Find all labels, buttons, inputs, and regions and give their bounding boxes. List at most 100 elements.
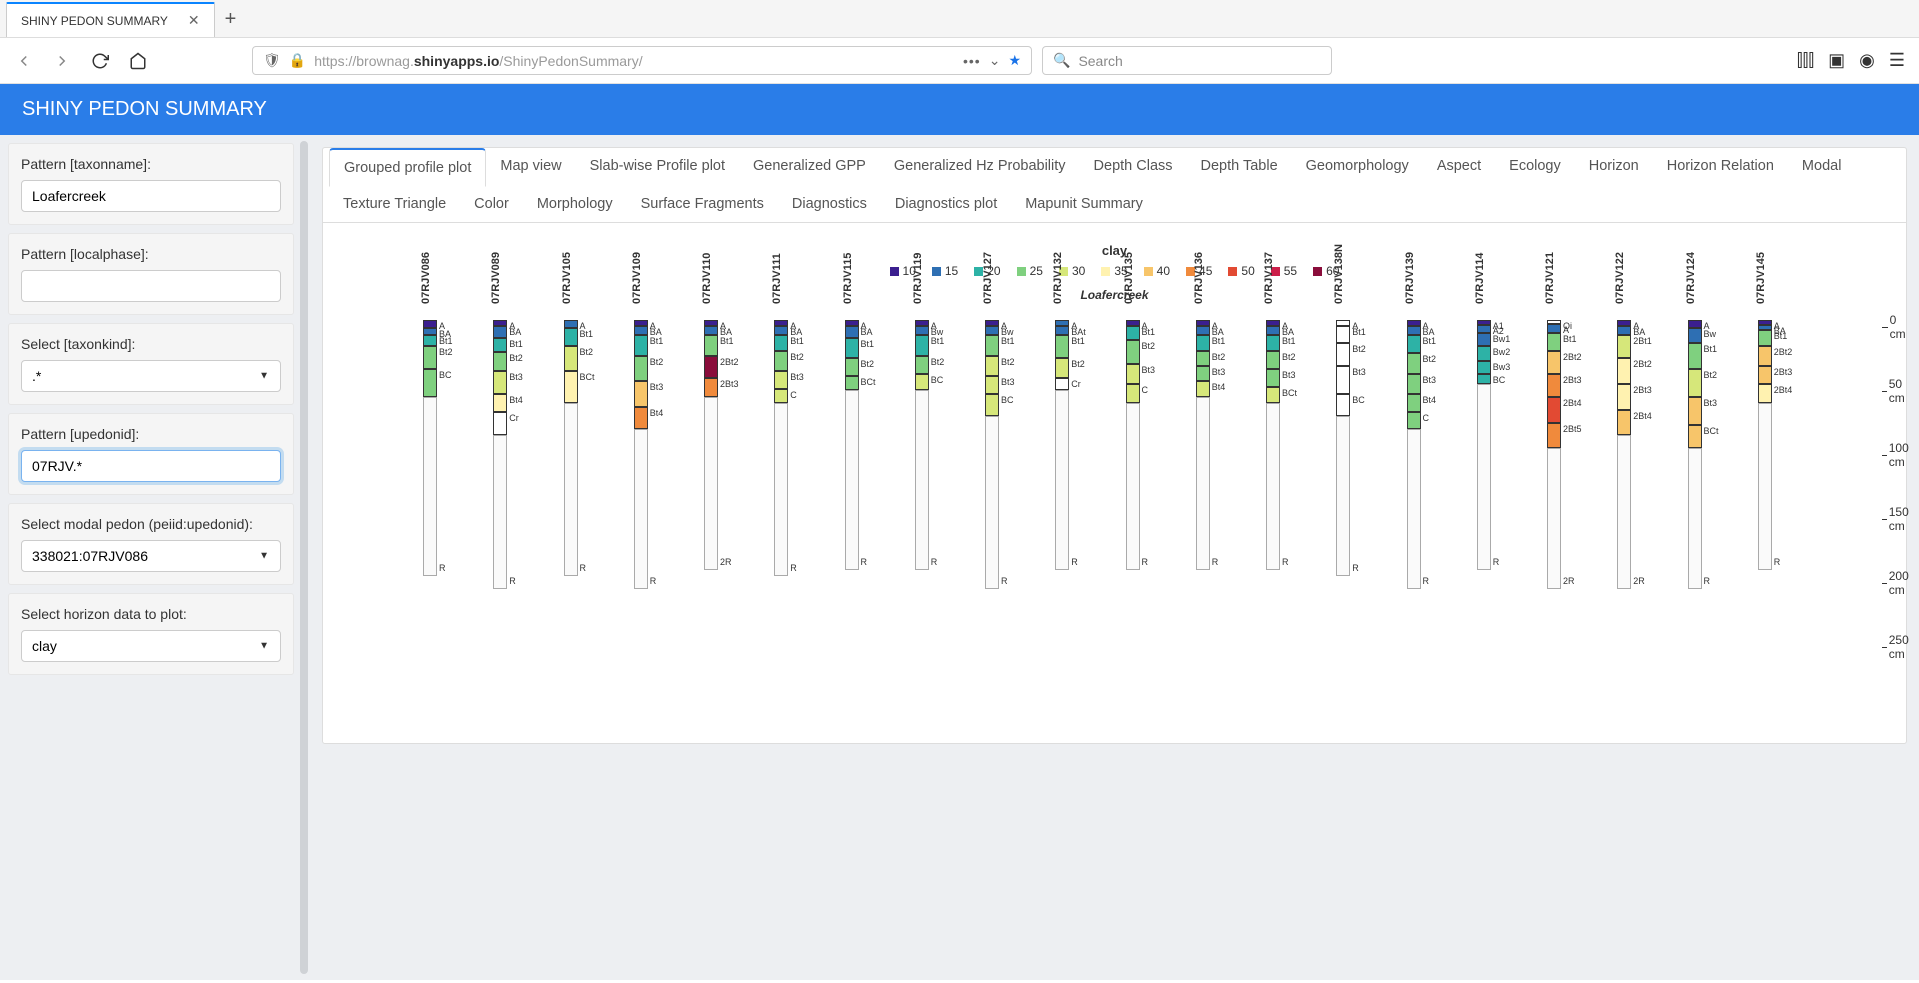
home-button[interactable] (124, 47, 152, 75)
tab-generalized-gpp[interactable]: Generalized GPP (739, 148, 880, 186)
tab-aspect[interactable]: Aspect (1423, 148, 1495, 186)
tab-grouped-profile-plot[interactable]: Grouped profile plot (329, 148, 486, 187)
horizon: Bt2 (985, 356, 999, 376)
input-taxonname[interactable] (21, 180, 281, 212)
horizon: BCt (1266, 387, 1280, 404)
bedrock-label: R (1774, 557, 1781, 567)
search-placeholder: Search (1078, 53, 1122, 69)
tab-morphology[interactable]: Morphology (523, 186, 627, 222)
back-button[interactable] (10, 47, 38, 75)
account-icon[interactable]: ◉ (1859, 50, 1875, 71)
horizon: 2Bt3 (704, 378, 718, 397)
horizon: Bt1 (1055, 335, 1069, 358)
app-body: Pattern [taxonname]: Pattern [localphase… (0, 135, 1919, 980)
horizon: Bt3 (634, 381, 648, 407)
tab-mapunit-summary[interactable]: Mapunit Summary (1011, 186, 1157, 222)
input-localphase[interactable] (21, 270, 281, 302)
horizon: Bt3 (1407, 374, 1421, 394)
browser-tab[interactable]: SHINY PEDON SUMMARY ✕ (6, 2, 215, 37)
horizon: C (1407, 412, 1421, 429)
horizon-label: Bt3 (1212, 367, 1226, 377)
sidebar: Pattern [taxonname]: Pattern [localphase… (0, 135, 302, 980)
tab-generalized-hz-probability[interactable]: Generalized Hz Probability (880, 148, 1080, 186)
horizon-label: Bt3 (1704, 398, 1718, 408)
bedrock-label: R (580, 563, 587, 573)
menu-icon[interactable]: ☰ (1889, 50, 1905, 71)
horizon-label: Bt1 (1352, 327, 1366, 337)
sidebar-resize-handle[interactable] (300, 141, 308, 974)
shield-icon[interactable]: 🛡 (263, 52, 281, 69)
horizon-label: BCt (1704, 426, 1719, 436)
horizon-label: 2Bt2 (1774, 347, 1793, 357)
lock-icon[interactable]: 🔒 (289, 52, 306, 69)
profile-label: 07RJV124 (1685, 252, 1697, 304)
select-modalpedon[interactable] (21, 540, 281, 572)
tab-slab-wise-profile-plot[interactable]: Slab-wise Profile plot (576, 148, 739, 186)
search-bar[interactable]: 🔍 Search (1042, 46, 1332, 75)
profile-column: ABwBt1Bt2BCR (915, 320, 929, 570)
tab-texture-triangle[interactable]: Texture Triangle (329, 186, 460, 222)
toolbar-icons: ⫿⫿⫿ ▣ ◉ ☰ (1797, 50, 1909, 71)
select-taxonkind[interactable] (21, 360, 281, 392)
depth-tick: 50 cm (1882, 377, 1908, 405)
pocket-icon[interactable]: ⌄ (989, 52, 1001, 69)
reload-icon (91, 52, 109, 70)
bedrock: R (1477, 384, 1491, 570)
horizon: Bt1 (1547, 333, 1561, 351)
profile-column: ABt1Bt2Bt3CR (1126, 320, 1140, 570)
profile-column: ABABt1Bt2Bt3Bt4CR (1407, 320, 1421, 589)
legend-item-50: 50 (1228, 264, 1254, 278)
panel-upedonid: Pattern [upedonid]: (8, 413, 294, 495)
close-icon[interactable]: ✕ (188, 12, 200, 29)
horizon: Bt1 (493, 338, 507, 352)
tab-horizon-relation[interactable]: Horizon Relation (1653, 148, 1788, 186)
horizon-label: Bt4 (1423, 395, 1437, 405)
bedrock-label: R (439, 563, 446, 573)
horizon-label: Bt1 (1071, 336, 1085, 346)
profile-label: 07RJV132 (1052, 252, 1064, 304)
page-actions-icon[interactable]: ••• (963, 53, 981, 69)
tab-color[interactable]: Color (460, 186, 523, 222)
legend-swatch (932, 267, 941, 276)
horizon: Cr (493, 412, 507, 435)
tab-container: Grouped profile plotMap viewSlab-wise Pr… (322, 147, 1907, 744)
profile-label: 07RJV137 (1263, 252, 1275, 304)
label-hzdata: Select horizon data to plot: (21, 606, 281, 622)
horizon: Bt1 (704, 335, 718, 355)
url-bar[interactable]: 🛡 🔒 https://brownag.shinyapps.io/ShinyPe… (252, 46, 1032, 75)
tabs-nav: Grouped profile plotMap viewSlab-wise Pr… (323, 148, 1906, 223)
horizon: Bt2 (774, 351, 788, 371)
tab-depth-table[interactable]: Depth Table (1187, 148, 1292, 186)
new-tab-button[interactable]: + (215, 2, 247, 37)
select-hzdata[interactable] (21, 630, 281, 662)
reload-button[interactable] (86, 47, 114, 75)
sidebar-icon[interactable]: ▣ (1828, 50, 1845, 71)
horizon-label: Bt2 (439, 347, 453, 357)
profile-column: OiABt12Bt22Bt32Bt42Bt52R (1547, 320, 1561, 589)
horizon: Bt2 (423, 346, 437, 369)
tab-surface-fragments[interactable]: Surface Fragments (627, 186, 778, 222)
horizon: Bt4 (493, 394, 507, 412)
tab-depth-class[interactable]: Depth Class (1080, 148, 1187, 186)
tab-geomorphology[interactable]: Geomorphology (1292, 148, 1423, 186)
tab-ecology[interactable]: Ecology (1495, 148, 1575, 186)
tab-horizon[interactable]: Horizon (1575, 148, 1653, 186)
bedrock: 2R (704, 397, 718, 570)
forward-button[interactable] (48, 47, 76, 75)
horizon: Bt1 (634, 335, 648, 355)
horizon-label: BC (439, 370, 452, 380)
tab-map-view[interactable]: Map view (486, 148, 575, 186)
bedrock-label: R (1212, 557, 1219, 567)
bookmark-icon[interactable]: ★ (1008, 52, 1021, 69)
horizon-label: Bt1 (790, 336, 804, 346)
horizon: Bt1 (564, 328, 578, 346)
horizon: 2Bt2 (1547, 351, 1561, 374)
profile-column: ABABt1Bt2Bt3Bt4CrR (493, 320, 507, 589)
input-upedonid[interactable] (21, 450, 281, 482)
library-icon[interactable]: ⫿⫿⫿ (1797, 50, 1814, 71)
horizon: BC (1336, 394, 1350, 416)
tab-diagnostics[interactable]: Diagnostics (778, 186, 881, 222)
tab-diagnostics-plot[interactable]: Diagnostics plot (881, 186, 1011, 222)
horizon-label: 2Bt3 (1633, 385, 1652, 395)
tab-modal[interactable]: Modal (1788, 148, 1856, 186)
